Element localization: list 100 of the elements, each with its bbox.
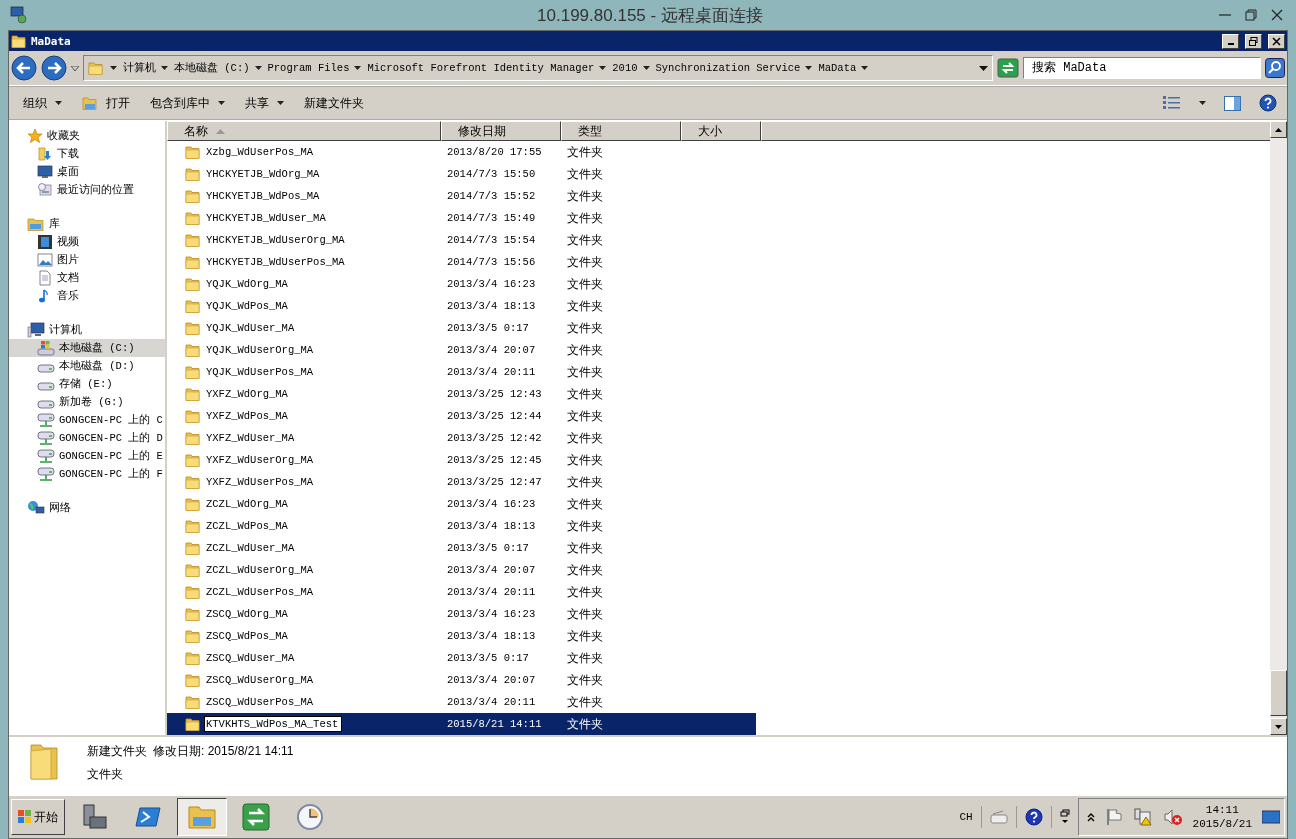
help-icon[interactable] [1259, 94, 1277, 112]
file-row[interactable]: YHCKYETJB_WdUserPos_MA 2014/7/3 15:56 文件夹 [167, 251, 756, 273]
scroll-down-icon[interactable] [1275, 724, 1282, 729]
modified-date: 2013/3/25 12:43 [447, 388, 542, 400]
file-row[interactable]: ZSCQ_WdUserOrg_MA 2013/3/4 20:07 文件夹 [167, 669, 756, 691]
file-row[interactable]: ZCZL_WdUserOrg_MA 2013/3/4 20:07 文件夹 [167, 559, 756, 581]
navigation-item[interactable]: 视频 [9, 233, 165, 251]
toolbar-button[interactable]: 包含到库中 [142, 90, 233, 116]
file-row[interactable]: ZCZL_WdUser_MA 2013/3/5 0:17 文件夹 [167, 537, 756, 559]
navigation-item[interactable]: GONGCEN-PC 上的 C [9, 411, 165, 429]
file-row[interactable]: YQJK_WdUserOrg_MA 2013/3/4 20:07 文件夹 [167, 339, 756, 361]
rename-field[interactable]: KTVKHTS_WdPos_MA_Test [204, 716, 342, 732]
navigation-item[interactable]: 图片 [9, 251, 165, 269]
scrollbar[interactable] [1270, 121, 1287, 735]
search-field[interactable]: 搜索 MaData [1023, 57, 1261, 79]
dropdown-caret-icon[interactable] [979, 65, 988, 71]
scroll-up-icon[interactable] [1275, 127, 1282, 132]
network-warning-icon[interactable] [1132, 808, 1153, 826]
navigation-item[interactable]: 计算机 [9, 321, 165, 339]
column-header[interactable]: 名称 [167, 121, 441, 141]
breadcrumb[interactable]: MaData [818, 62, 857, 74]
column-header[interactable]: 类型 [561, 121, 681, 141]
maximize-button[interactable] [1245, 33, 1262, 49]
close-button[interactable] [1268, 33, 1285, 49]
chevron-up-icon[interactable] [1086, 812, 1095, 822]
navigation-item[interactable]: GONGCEN-PC 上的 E [9, 447, 165, 465]
file-row[interactable]: ZSCQ_WdUserPos_MA 2013/3/4 20:11 文件夹 [167, 691, 756, 713]
file-row[interactable]: ZCZL_WdUserPos_MA 2013/3/4 20:11 文件夹 [167, 581, 756, 603]
toolbar-button[interactable]: 新建文件夹 [296, 90, 372, 116]
folder-icon [185, 210, 201, 226]
navigation-item[interactable]: GONGCEN-PC 上的 F [9, 465, 165, 483]
file-row[interactable]: ZSCQ_WdPos_MA 2013/3/4 18:13 文件夹 [167, 625, 756, 647]
caret-icon[interactable] [1199, 101, 1206, 105]
file-type: 文件夹 [567, 253, 603, 271]
column-header[interactable]: 修改日期 [441, 121, 561, 141]
toolbar-button[interactable]: 共享 [237, 90, 292, 116]
file-row[interactable]: YHCKYETJB_WdOrg_MA 2014/7/3 15:50 文件夹 [167, 163, 756, 185]
film-icon [37, 234, 53, 250]
file-row[interactable]: ZCZL_WdOrg_MA 2013/3/4 16:23 文件夹 [167, 493, 756, 515]
file-row[interactable]: YXFZ_WdOrg_MA 2013/3/25 12:43 文件夹 [167, 383, 756, 405]
file-row[interactable]: YXFZ_WdUser_MA 2013/3/25 12:42 文件夹 [167, 427, 756, 449]
preview-pane-icon[interactable] [1224, 95, 1241, 111]
navigation-item[interactable]: 桌面 [9, 163, 165, 181]
column-header[interactable]: 大小 [681, 121, 761, 141]
minimize-button[interactable] [1222, 33, 1239, 49]
forward-button[interactable] [41, 55, 67, 81]
file-row[interactable]: YXFZ_WdPos_MA 2013/3/25 12:44 文件夹 [167, 405, 756, 427]
file-name: YQJK_WdUser_MA [206, 322, 295, 334]
history-caret-icon[interactable] [71, 65, 79, 71]
breadcrumb[interactable]: Synchronization Service [655, 62, 801, 74]
navigation-item[interactable]: 文档 [9, 269, 165, 287]
breadcrumb[interactable]: Microsoft Forefront Identity Manager [367, 62, 595, 74]
file-explorer-icon [187, 803, 217, 831]
breadcrumb[interactable]: Program Files [267, 62, 350, 74]
file-row[interactable]: YHCKYETJB_WdUserOrg_MA 2014/7/3 15:54 文件夹 [167, 229, 756, 251]
breadcrumb[interactable]: 2010 [612, 62, 638, 74]
file-row[interactable]: YQJK_WdPos_MA 2013/3/4 18:13 文件夹 [167, 295, 756, 317]
file-row[interactable]: YQJK_WdOrg_MA 2013/3/4 16:23 文件夹 [167, 273, 756, 295]
navigation-item[interactable]: 收藏夹 [9, 127, 165, 145]
file-row[interactable]: YHCKYETJB_WdUser_MA 2014/7/3 15:49 文件夹 [167, 207, 756, 229]
file-row[interactable]: KTVKHTS_WdPos_MA_Test 2015/8/21 14:11 文件夹 [167, 713, 756, 735]
start-button[interactable]: 开始 [11, 799, 65, 835]
file-row[interactable]: ZCZL_WdPos_MA 2013/3/4 18:13 文件夹 [167, 515, 756, 537]
navigation-item[interactable]: 本地磁盘 (D:) [9, 357, 165, 375]
breadcrumb[interactable]: 本地磁盘 (C:) [174, 61, 250, 75]
language-indicator[interactable]: CH [959, 811, 973, 823]
toolbar-button[interactable]: 打开 [74, 90, 138, 116]
speaker-muted-icon[interactable] [1162, 808, 1183, 826]
file-row[interactable]: ZSCQ_WdUser_MA 2013/3/5 0:17 文件夹 [167, 647, 756, 669]
navigation-item[interactable]: 最近访问的位置 [9, 181, 165, 199]
restore-menu-icon[interactable] [1059, 809, 1070, 825]
refresh-button[interactable] [997, 58, 1019, 78]
view-list-icon[interactable] [1163, 96, 1181, 110]
file-name: YXFZ_WdUser_MA [206, 432, 295, 444]
taskbar-button[interactable] [177, 798, 227, 836]
navigation-item[interactable]: 本地磁盘 (C:) [9, 339, 165, 357]
navigation-item[interactable]: 库 [9, 215, 165, 233]
navigation-item[interactable]: 音乐 [9, 287, 165, 305]
navigation-item[interactable]: 网络 [9, 499, 165, 517]
file-row[interactable]: ZSCQ_WdOrg_MA 2013/3/4 16:23 文件夹 [167, 603, 756, 625]
navigation-item[interactable]: 存储 (E:) [9, 375, 165, 393]
scroll-thumb[interactable] [1270, 670, 1287, 716]
flag-icon[interactable] [1104, 808, 1123, 826]
maximize-icon [1249, 36, 1258, 46]
navigation-item[interactable]: GONGCEN-PC 上的 D [9, 429, 165, 447]
help-icon[interactable] [1024, 808, 1043, 826]
file-row[interactable]: Xzbg_WdUserPos_MA 2013/8/20 17:55 文件夹 [167, 141, 756, 163]
modified-date: 2013/3/4 16:23 [447, 498, 536, 510]
file-row[interactable]: YHCKYETJB_WdPos_MA 2014/7/3 15:52 文件夹 [167, 185, 756, 207]
navigation-item[interactable]: 下载 [9, 145, 165, 163]
breadcrumb[interactable]: 计算机 [123, 61, 156, 75]
address-bar[interactable]: 计算机 本地磁盘 (C:) Program Files Microsoft Forefront Identity Manager 2010 Synchronization Service MaData [83, 55, 993, 81]
navigation-item[interactable]: 新加卷 (G:) [9, 393, 165, 411]
file-row[interactable]: YXFZ_WdUserOrg_MA 2013/3/25 12:45 文件夹 [167, 449, 756, 471]
toolbar-button[interactable]: 组织 [15, 90, 70, 116]
search-button[interactable] [1265, 58, 1285, 78]
back-button[interactable] [11, 55, 37, 81]
file-row[interactable]: YQJK_WdUserPos_MA 2013/3/4 20:11 文件夹 [167, 361, 756, 383]
file-row[interactable]: YXFZ_WdUserPos_MA 2013/3/25 12:47 文件夹 [167, 471, 756, 493]
file-row[interactable]: YQJK_WdUser_MA 2013/3/5 0:17 文件夹 [167, 317, 756, 339]
